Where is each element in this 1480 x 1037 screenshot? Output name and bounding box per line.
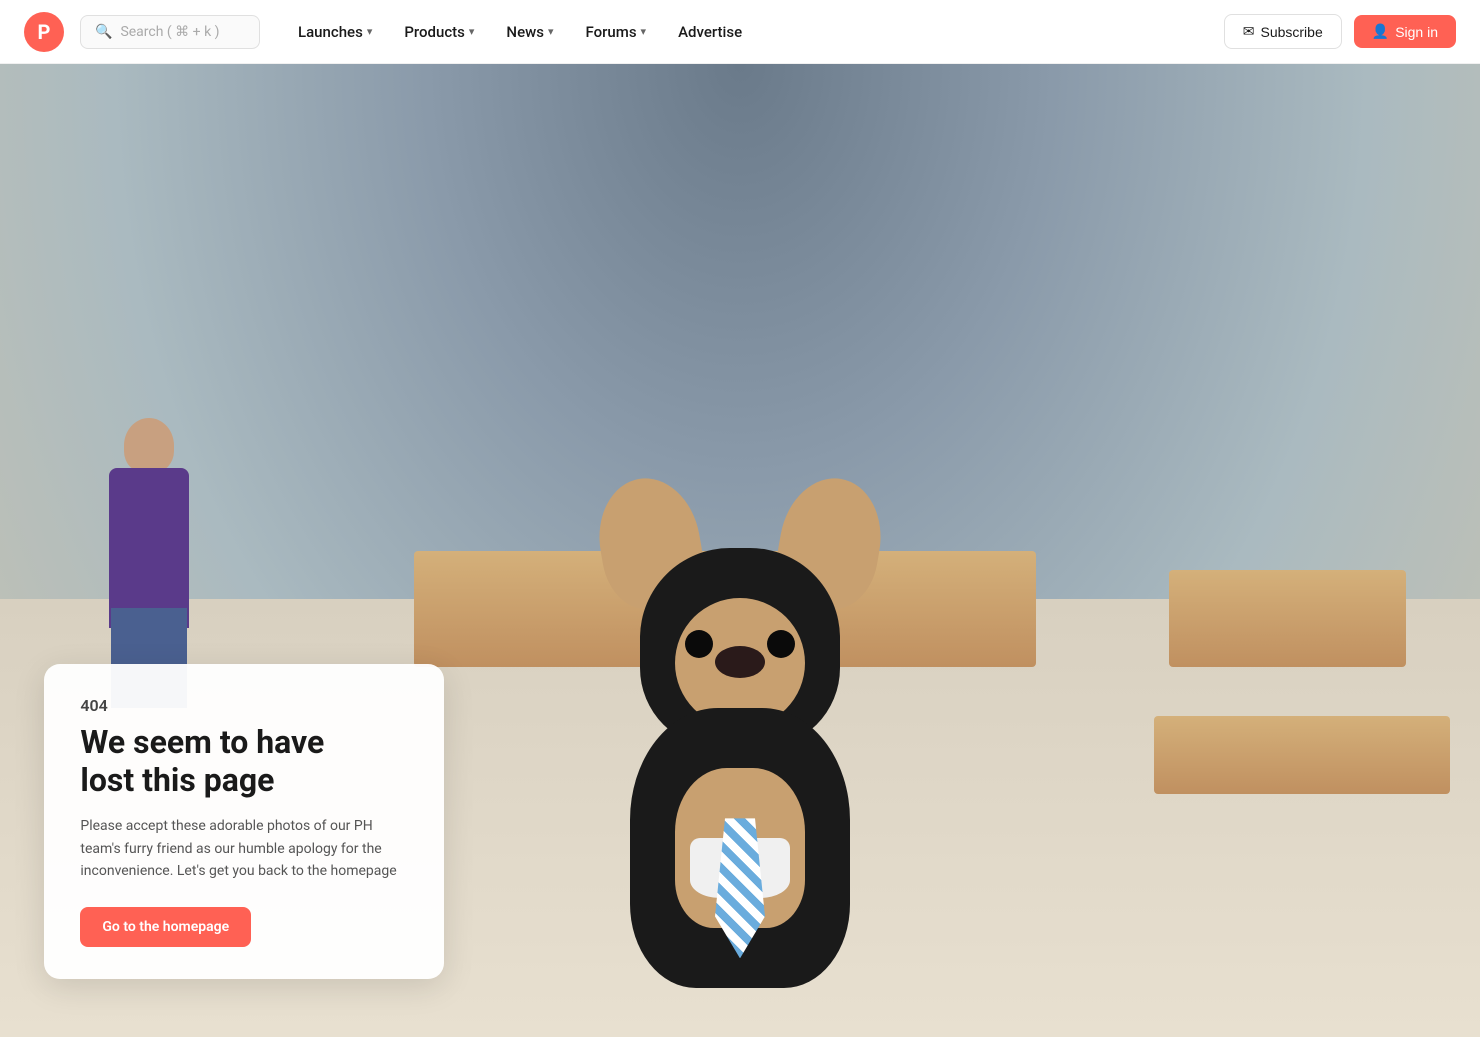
search-icon: 🔍 bbox=[95, 24, 112, 40]
chevron-down-icon: ▾ bbox=[469, 25, 475, 38]
main-nav: Launches ▾ Products ▾ News ▾ Forums ▾ Ad… bbox=[284, 15, 1208, 49]
background-table-2 bbox=[1154, 716, 1450, 794]
nav-news[interactable]: News ▾ bbox=[492, 15, 567, 49]
search-bar[interactable]: 🔍 Search ( ⌘ + k ) bbox=[80, 15, 260, 49]
go-to-homepage-button[interactable]: Go to the homepage bbox=[80, 907, 251, 947]
background-person bbox=[89, 348, 209, 628]
background-table-3 bbox=[1169, 570, 1406, 667]
navbar-actions: ✉ Subscribe 👤 Sign in bbox=[1224, 14, 1456, 49]
nav-forums[interactable]: Forums ▾ bbox=[571, 15, 660, 49]
error-card: 404 We seem to have lost this page Pleas… bbox=[44, 664, 444, 979]
user-icon: 👤 bbox=[1372, 23, 1389, 40]
chevron-down-icon: ▾ bbox=[367, 25, 373, 38]
search-placeholder: Search ( ⌘ + k ) bbox=[120, 24, 219, 40]
error-title: We seem to have lost this page bbox=[80, 723, 408, 800]
dog-eye-right bbox=[767, 630, 795, 658]
chevron-down-icon: ▾ bbox=[641, 25, 647, 38]
nav-products[interactable]: Products ▾ bbox=[390, 15, 488, 49]
chevron-down-icon: ▾ bbox=[548, 25, 554, 38]
subscribe-button[interactable]: ✉ Subscribe bbox=[1224, 14, 1342, 49]
error-code: 404 bbox=[80, 696, 408, 715]
hero-section: 404 We seem to have lost this page Pleas… bbox=[0, 64, 1480, 1037]
brand-logo[interactable]: P bbox=[24, 12, 64, 52]
error-description: Please accept these adorable photos of o… bbox=[80, 815, 408, 882]
nav-advertise[interactable]: Advertise bbox=[664, 15, 756, 49]
dog-eye-left bbox=[685, 630, 713, 658]
signin-button[interactable]: 👤 Sign in bbox=[1354, 15, 1456, 48]
nav-launches[interactable]: Launches ▾ bbox=[284, 15, 386, 49]
subscribe-icon: ✉ bbox=[1243, 23, 1255, 40]
navbar: P 🔍 Search ( ⌘ + k ) Launches ▾ Products… bbox=[0, 0, 1480, 64]
person-head bbox=[124, 418, 174, 473]
person-body bbox=[109, 468, 189, 628]
dog-nose bbox=[715, 646, 765, 678]
dog-image bbox=[550, 468, 930, 988]
